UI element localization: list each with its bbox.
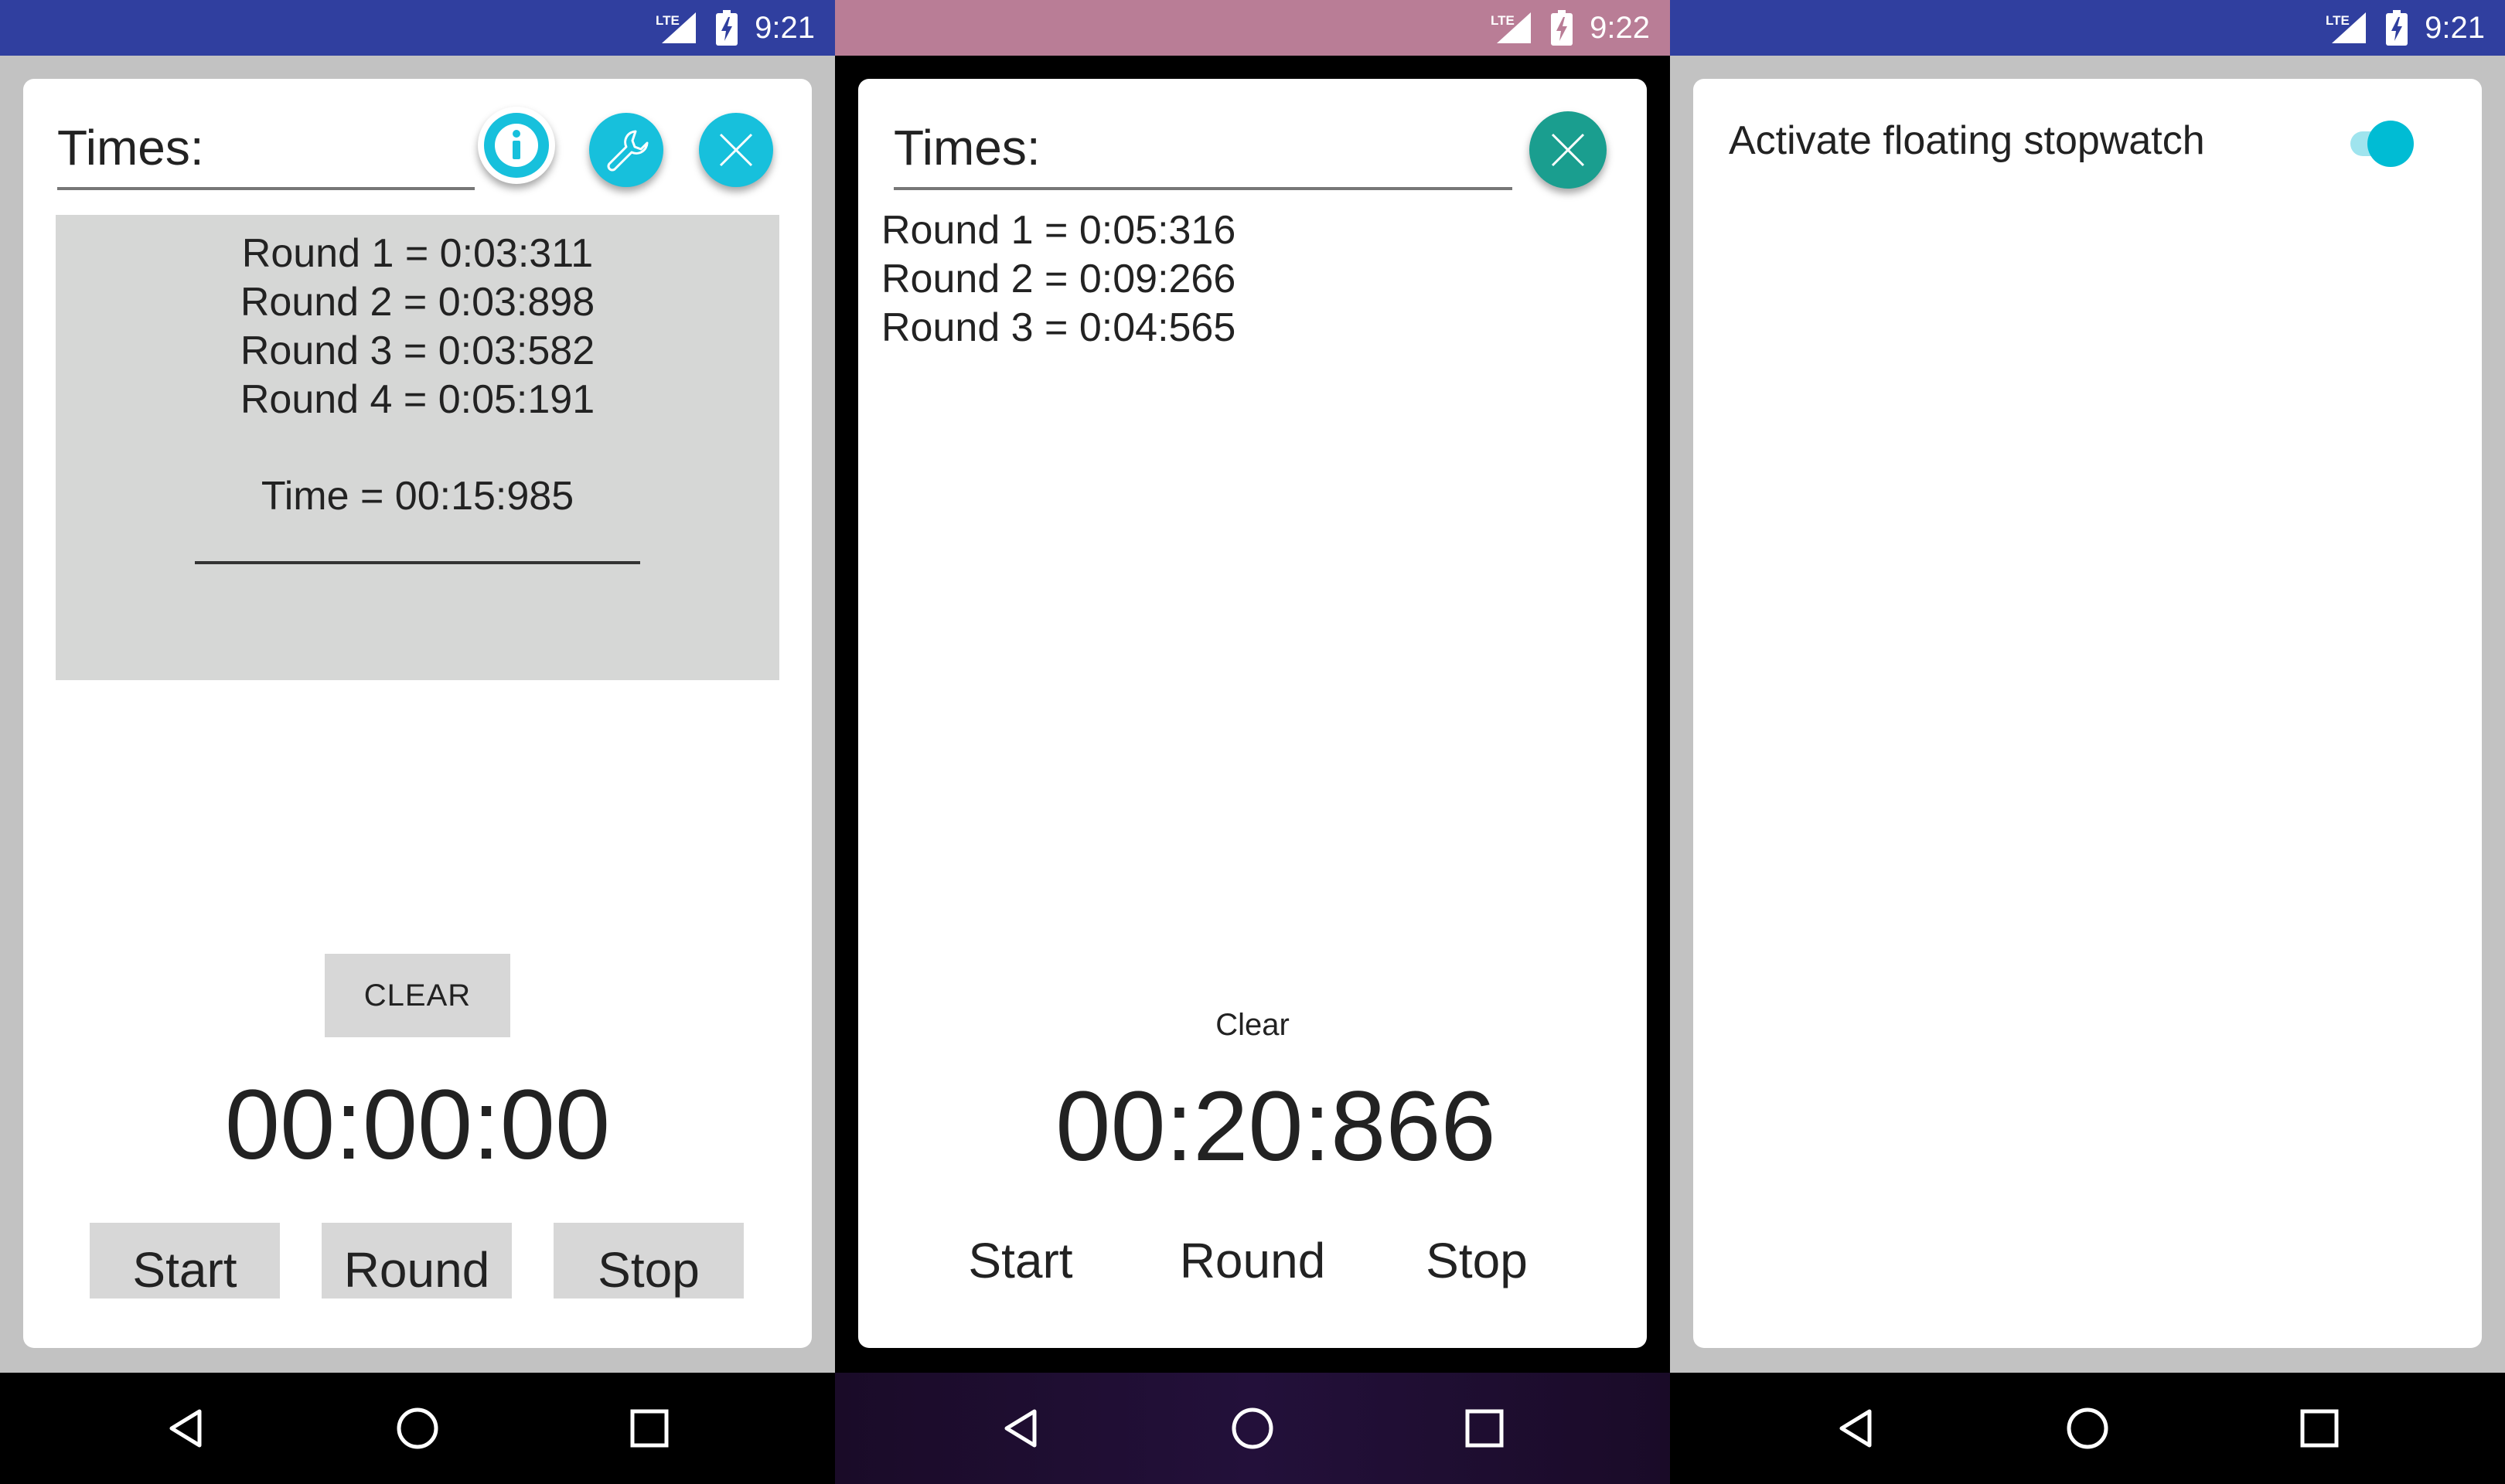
times-underline: [894, 187, 1512, 190]
screen-main-stopwatch: LTE 9:21 Times: Round 1 = 0:03:311 Round…: [0, 0, 835, 1484]
screen-floating-stopwatch: LTE 9:22 Times: Round 1 = 0:05:316 Round…: [835, 0, 1670, 1484]
battery-charging-icon: [2386, 10, 2408, 46]
round-entry: Round 2 = 0:09:266: [881, 257, 1236, 301]
status-time: 9:21: [755, 10, 815, 45]
status-bar: LTE 9:21: [0, 0, 835, 56]
divider: [195, 561, 640, 564]
round-entry: Round 3 = 0:03:582: [240, 328, 595, 373]
recents-icon[interactable]: [1461, 1405, 1508, 1452]
back-icon[interactable]: [997, 1405, 1044, 1452]
navigation-bar: [0, 1373, 835, 1484]
start-button[interactable]: Start: [943, 1232, 1098, 1289]
recents-icon[interactable]: [626, 1405, 673, 1452]
close-icon: [1551, 133, 1585, 167]
home-icon[interactable]: [2064, 1405, 2111, 1452]
round-entry: Round 3 = 0:04:565: [881, 305, 1236, 350]
stopwatch-card: Times: Round 1 = 0:03:311 Round 2 = 0:03…: [23, 79, 812, 1348]
round-entry: Round 2 = 0:03:898: [240, 280, 595, 325]
times-label: Times:: [894, 120, 1041, 175]
status-time: 9:22: [1590, 10, 1650, 45]
wrench-icon: [607, 130, 649, 172]
info-icon: [495, 124, 538, 167]
home-icon[interactable]: [1229, 1405, 1276, 1452]
status-bar: LTE 9:22: [835, 0, 1670, 56]
info-button[interactable]: [478, 107, 555, 184]
timer-display: 00:00:00: [224, 1070, 611, 1180]
floating-stopwatch-toggle[interactable]: [2343, 114, 2420, 173]
settings-button[interactable]: [589, 113, 663, 187]
round-entry: Round 1 = 0:05:316: [881, 208, 1236, 253]
svg-text:LTE: LTE: [1491, 13, 1515, 28]
times-label: Times:: [57, 120, 204, 175]
home-icon[interactable]: [394, 1405, 441, 1452]
round-entry: Round 1 = 0:03:311: [241, 231, 594, 276]
svg-text:LTE: LTE: [656, 13, 680, 28]
close-button[interactable]: [1529, 111, 1607, 189]
round-button[interactable]: Round: [322, 1223, 512, 1298]
status-bar: LTE 9:21: [1670, 0, 2505, 56]
battery-charging-icon: [716, 10, 738, 46]
back-icon[interactable]: [1832, 1405, 1879, 1452]
back-icon[interactable]: [162, 1405, 209, 1452]
navigation-bar: [835, 1373, 1670, 1484]
floating-stopwatch-label: Activate floating stopwatch: [1729, 118, 2205, 163]
start-button[interactable]: Start: [90, 1223, 280, 1298]
settings-card: Activate floating stopwatch: [1693, 79, 2482, 1348]
close-button[interactable]: [699, 113, 773, 187]
battery-charging-icon: [1551, 10, 1573, 46]
round-button[interactable]: Round: [1167, 1232, 1338, 1289]
lte-signal-icon: LTE: [656, 12, 697, 43]
round-entry: Round 4 = 0:05:191: [240, 377, 595, 422]
times-underline: [57, 187, 475, 190]
screen-settings: LTE 9:21 Activate floating stopwatch: [1670, 0, 2505, 1484]
lte-signal-icon: LTE: [1491, 12, 1532, 43]
navigation-bar: [1670, 1373, 2505, 1484]
close-icon: [719, 133, 753, 167]
svg-text:LTE: LTE: [2326, 13, 2350, 28]
floating-stopwatch-card: Times: Round 1 = 0:05:316 Round 2 = 0:09…: [858, 79, 1647, 1348]
status-time: 9:21: [2425, 10, 2485, 45]
clear-button[interactable]: Clear: [858, 1008, 1647, 1043]
recents-icon[interactable]: [2296, 1405, 2343, 1452]
clear-button[interactable]: CLEAR: [325, 954, 510, 1037]
lte-signal-icon: LTE: [2326, 12, 2367, 43]
rounds-panel: Round 1 = 0:03:311 Round 2 = 0:03:898 Ro…: [56, 215, 779, 680]
stop-button[interactable]: Stop: [554, 1223, 744, 1298]
total-time: Time = 00:15:985: [261, 474, 574, 519]
timer-display: 00:20:866: [1055, 1071, 1496, 1182]
stop-button[interactable]: Stop: [1399, 1232, 1554, 1289]
